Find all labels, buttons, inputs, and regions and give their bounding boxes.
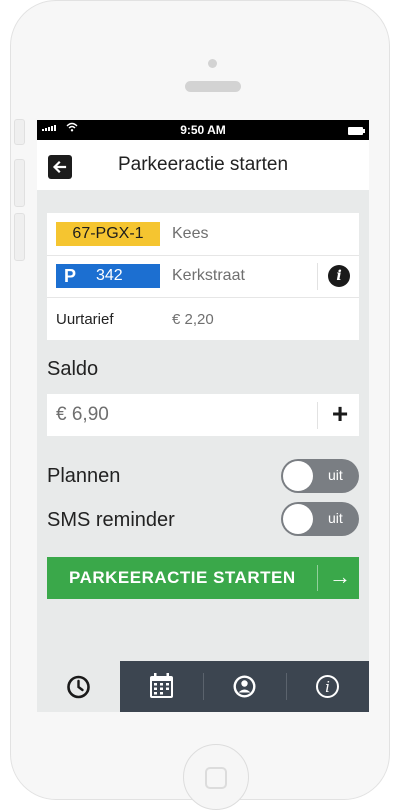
svg-text:i: i: [325, 678, 330, 696]
tab-account[interactable]: [203, 661, 286, 712]
saldo-label: Saldo: [47, 358, 99, 380]
divider: [317, 565, 318, 591]
battery-icon: [348, 127, 365, 135]
mute-switch: [14, 119, 25, 145]
zone-row[interactable]: P 342 Kerkstraat i: [47, 255, 359, 298]
parking-details-card: 67-PGX-1 Kees P 342 Kerkstraat i Uurtari…: [47, 213, 359, 340]
zone-badge: P 342: [56, 264, 160, 288]
add-saldo-button[interactable]: +: [328, 398, 352, 430]
tariff-value: € 2,20: [172, 311, 214, 328]
toggle-knob: [283, 461, 313, 491]
app-screen: 9:50 AM Parkeeractie starten 67-PGX-1 Ke…: [37, 120, 369, 712]
arrow-right-icon: →: [329, 564, 351, 589]
vehicle-name: Kees: [172, 225, 209, 242]
status-bar: 9:50 AM: [37, 120, 369, 140]
home-button[interactable]: [183, 744, 249, 810]
page-title: Parkeeractie starten: [117, 154, 289, 175]
volume-down-button: [14, 213, 25, 261]
license-plate-badge: 67-PGX-1: [56, 222, 160, 246]
vehicle-row[interactable]: 67-PGX-1 Kees: [47, 213, 359, 256]
status-time: 9:50 AM: [180, 123, 226, 137]
info-icon: i: [316, 675, 339, 698]
earpiece-speaker: [185, 81, 241, 92]
front-camera: [208, 59, 217, 68]
calendar-icon: [150, 673, 173, 698]
toggle-state-label: uit: [328, 510, 343, 526]
tab-info[interactable]: i: [286, 661, 369, 712]
sms-reminder-label: SMS reminder: [47, 509, 175, 531]
plannen-label: Plannen: [47, 465, 121, 487]
tab-bar: i: [37, 661, 369, 712]
start-parking-button[interactable]: PARKEERACTIE STARTEN →: [47, 557, 359, 599]
divider: [317, 263, 318, 290]
saldo-box: € 6,90 +: [47, 394, 359, 436]
clock-icon: [67, 675, 90, 699]
plannen-toggle[interactable]: uit: [281, 459, 359, 493]
volume-up-button: [14, 159, 25, 207]
toggle-state-label: uit: [328, 467, 343, 483]
info-icon[interactable]: i: [328, 265, 350, 287]
tariff-label: Uurtarief: [56, 311, 114, 328]
user-icon: [233, 675, 256, 698]
parking-p-icon: P: [64, 266, 77, 286]
sms-reminder-toggle[interactable]: uit: [281, 502, 359, 536]
tab-history[interactable]: [37, 661, 120, 712]
tariff-row: Uurtarief € 2,20: [47, 298, 359, 340]
tab-calendar[interactable]: [120, 661, 203, 712]
zone-street: Kerkstraat: [172, 267, 245, 284]
saldo-value: € 6,90: [56, 404, 109, 425]
header-bar: Parkeeractie starten: [37, 140, 369, 190]
toggle-knob: [283, 504, 313, 534]
zone-number: 342: [96, 267, 123, 284]
start-parking-label: PARKEERACTIE STARTEN: [69, 568, 296, 587]
divider: [317, 402, 318, 429]
